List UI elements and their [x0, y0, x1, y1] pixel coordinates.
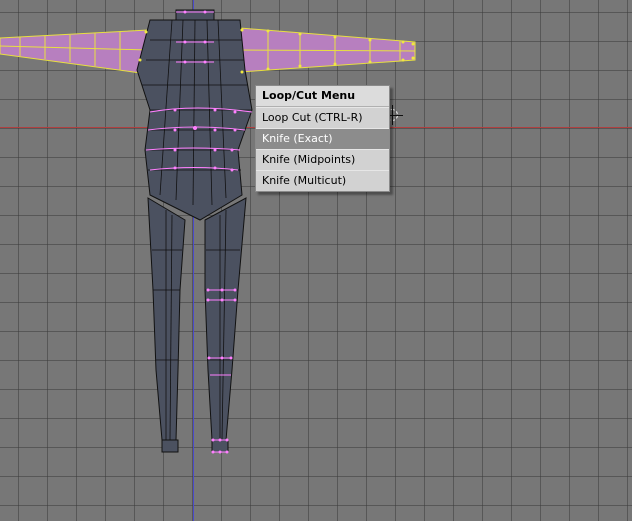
- menu-title: Loop/Cut Menu: [256, 86, 389, 107]
- loop-cut-menu: Loop/Cut Menu Loop Cut (CTRL-R) Knife (E…: [255, 85, 390, 192]
- menu-item-knife-exact[interactable]: Knife (Exact): [256, 128, 389, 149]
- 3d-viewport[interactable]: [0, 0, 632, 521]
- menu-item-loop-cut[interactable]: Loop Cut (CTRL-R): [256, 107, 389, 128]
- menu-item-knife-midpoints[interactable]: Knife (Midpoints): [256, 149, 389, 170]
- character-mesh[interactable]: [0, 0, 632, 521]
- menu-item-knife-multicut[interactable]: Knife (Multicut): [256, 170, 389, 191]
